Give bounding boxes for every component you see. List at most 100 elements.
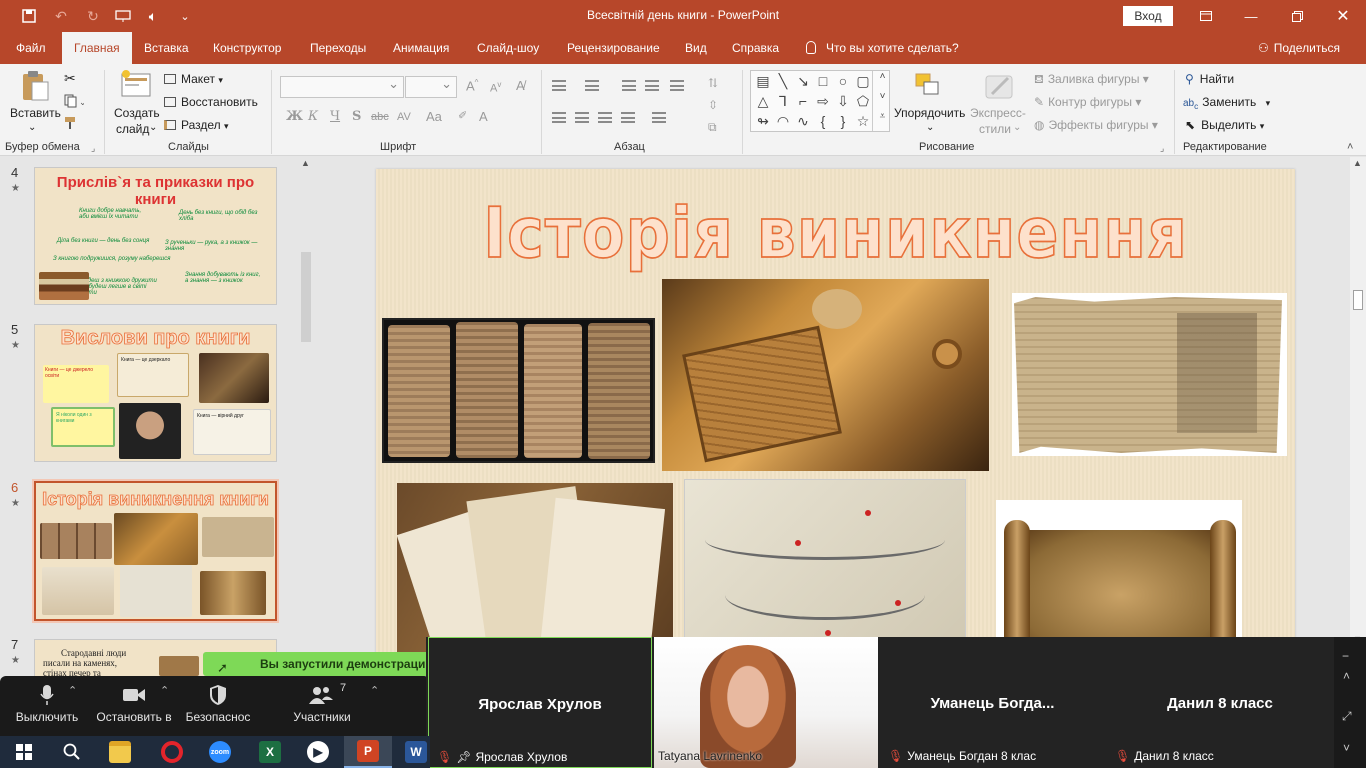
italic-button[interactable]: К (308, 109, 318, 124)
opera-icon[interactable] (148, 736, 196, 768)
shape-fill-button[interactable]: ⛾ Заливка фигуры ▾ (1034, 72, 1149, 88)
participants-button[interactable]: Участники (286, 676, 358, 736)
start-icon[interactable] (0, 736, 48, 768)
change-case-button[interactable]: Aa (426, 109, 442, 124)
bullets-icon[interactable] (552, 80, 566, 91)
drawing-dialog-launcher-icon[interactable]: ⌟ (1160, 143, 1164, 154)
right-arrow-shape-icon[interactable]: ⇨ (813, 93, 833, 110)
strikethrough-button[interactable]: abc (371, 111, 389, 123)
slide-scroll-thumb[interactable] (1353, 290, 1363, 310)
wax-tablets-image[interactable] (662, 279, 989, 471)
mute-options-icon[interactable]: ⌃ (68, 684, 77, 697)
current-slide[interactable]: Історія виникнення книги (376, 169, 1295, 669)
video-options-icon[interactable]: ⌃ (160, 684, 169, 697)
numbering-icon[interactable] (585, 80, 599, 91)
line-spacing-icon[interactable] (670, 80, 684, 91)
tab-insert[interactable]: Вставка (144, 32, 189, 64)
shape-effects-button[interactable]: ◍ Эффекты фигуры ▾ (1034, 118, 1158, 132)
shape-outline-button[interactable]: ✎ Контур фигуры ▾ (1034, 95, 1141, 109)
curved-connector-icon[interactable]: ⌐ (793, 93, 813, 109)
quick-styles-icon[interactable] (984, 72, 1016, 105)
align-text-icon[interactable]: ⇳ (708, 98, 718, 112)
slide-thumbnail-6[interactable]: Історія виникнення книги (34, 481, 277, 621)
section-button[interactable]: Раздел ▾ (164, 118, 229, 132)
collapse-ribbon-icon[interactable]: ˄ (1347, 141, 1353, 153)
word-icon[interactable]: W (392, 736, 440, 768)
save-icon[interactable] (18, 6, 40, 26)
rounded-rect-shape-icon[interactable]: ▢ (853, 73, 873, 90)
oval-shape-icon[interactable]: ○ (833, 73, 853, 89)
reset-button[interactable]: Восстановить (164, 95, 258, 109)
audio-icon[interactable]: 🔈︎ (142, 6, 164, 26)
character-spacing-button[interactable]: AV (397, 111, 411, 123)
arrow-shape-icon[interactable]: ↘ (793, 73, 813, 90)
tab-home[interactable]: Главная (62, 32, 132, 64)
clay-tablets-image[interactable] (382, 318, 655, 463)
replace-button[interactable]: abc Заменить ▾ (1183, 95, 1270, 111)
tab-file[interactable]: Файл (16, 32, 46, 64)
signin-button[interactable]: Вход (1123, 6, 1173, 26)
start-from-beginning-icon[interactable] (112, 6, 134, 26)
panel-scrollbar[interactable] (298, 158, 314, 648)
paste-dropdown-icon[interactable]: ⌄ (28, 122, 36, 133)
copy-icon[interactable]: ⌄ (64, 94, 87, 111)
bold-button[interactable]: Ж (286, 109, 303, 124)
powerpoint-icon[interactable]: P (344, 736, 392, 768)
tell-me-search[interactable]: Что вы хотите сделать? (806, 32, 959, 64)
rectangle-shape-icon[interactable]: □ (813, 73, 833, 89)
pentagon-shape-icon[interactable]: ⬠ (853, 93, 873, 110)
collapse-icon[interactable]: − (1342, 649, 1349, 663)
font-size-combo[interactable] (405, 76, 457, 98)
video-tile-active-speaker[interactable]: Tatyana Lavrinenko (654, 637, 878, 768)
tab-animations[interactable]: Анимация (393, 32, 449, 64)
restore-icon[interactable] (1274, 0, 1320, 32)
smartart-icon[interactable]: ⧉ (708, 120, 717, 135)
slide-thumbnail-4[interactable]: Прислів`я та приказки про книги Книги до… (34, 167, 277, 305)
line-shape-icon[interactable]: ╲ (773, 73, 793, 90)
panel-scroll-thumb[interactable] (301, 252, 311, 342)
textbox-shape-icon[interactable]: ▤ (753, 73, 773, 90)
fullscreen-icon[interactable]: ⤢ (1342, 709, 1352, 724)
slide-scroll-up-icon[interactable]: ▲ (1353, 158, 1362, 168)
security-button[interactable]: Безопаснос (180, 676, 256, 736)
close-icon[interactable]: ✕ (1320, 0, 1366, 32)
participants-options-icon[interactable]: ⌃ (370, 684, 379, 697)
tab-review[interactable]: Рецензирование (567, 32, 660, 64)
tab-view[interactable]: Вид (685, 32, 707, 64)
dialog-launcher-icon[interactable]: ⌟ (91, 143, 95, 154)
file-explorer-icon[interactable] (96, 736, 144, 768)
layout-button[interactable]: Макет ▾ (164, 72, 223, 86)
underline-button[interactable]: Ч (330, 109, 340, 124)
video-tile[interactable]: Данил 8 класс 🎙︎ Данил 8 класс (1107, 637, 1333, 768)
clear-formatting-icon[interactable]: A̸ (516, 78, 525, 93)
shadow-button[interactable]: S (352, 109, 361, 124)
align-left-icon[interactable] (552, 112, 566, 123)
gallery-down-icon[interactable]: ˅ (872, 91, 892, 111)
quick-styles-dropdown-icon[interactable]: ⌄ (1013, 122, 1021, 133)
minimize-icon[interactable]: — (1228, 0, 1274, 32)
align-right-icon[interactable] (598, 112, 612, 123)
arrange-dropdown-icon[interactable]: ⌄ (926, 122, 934, 133)
decrease-font-icon[interactable]: Av (490, 80, 501, 95)
slide-thumbnail-5[interactable]: Вислови про книги Книги — це джерело осв… (34, 324, 277, 462)
align-center-icon[interactable] (575, 112, 589, 123)
gallery-up-icon[interactable]: ˄ (872, 71, 892, 91)
zoom-icon[interactable]: zoom (196, 736, 244, 768)
new-slide-button[interactable]: Создать (114, 106, 160, 120)
cut-icon[interactable]: ✂ (64, 70, 76, 87)
egyptian-papyrus-image[interactable] (1012, 293, 1287, 456)
text-direction-icon[interactable]: ⇅ (708, 76, 718, 90)
tab-help[interactable]: Справка (732, 32, 779, 64)
shapes-gallery[interactable]: ▤ ╲ ↘ □ ○ ▢ △ ⅂ ⌐ ⇨ ⇩ ⬠ ↬ ◠ ∿ { } ☆ ˄ ˅ … (750, 70, 890, 132)
redo-icon[interactable]: ↻ (82, 6, 104, 26)
search-icon[interactable] (48, 736, 96, 768)
paste-icon[interactable] (20, 70, 50, 105)
tab-slideshow[interactable]: Слайд-шоу (477, 32, 539, 64)
screen-share-notice[interactable]: ➚ Вы запустили демонстрацию (203, 652, 438, 676)
elbow-connector-icon[interactable]: ⅂ (773, 93, 793, 110)
scroll-up-icon[interactable]: ▲ (301, 158, 310, 168)
quick-styles-button[interactable]: Экспресс- (970, 106, 1026, 120)
tab-transitions[interactable]: Переходы (310, 32, 366, 64)
format-painter-icon[interactable] (64, 116, 80, 133)
star-shape-icon[interactable]: ☆ (853, 113, 873, 130)
